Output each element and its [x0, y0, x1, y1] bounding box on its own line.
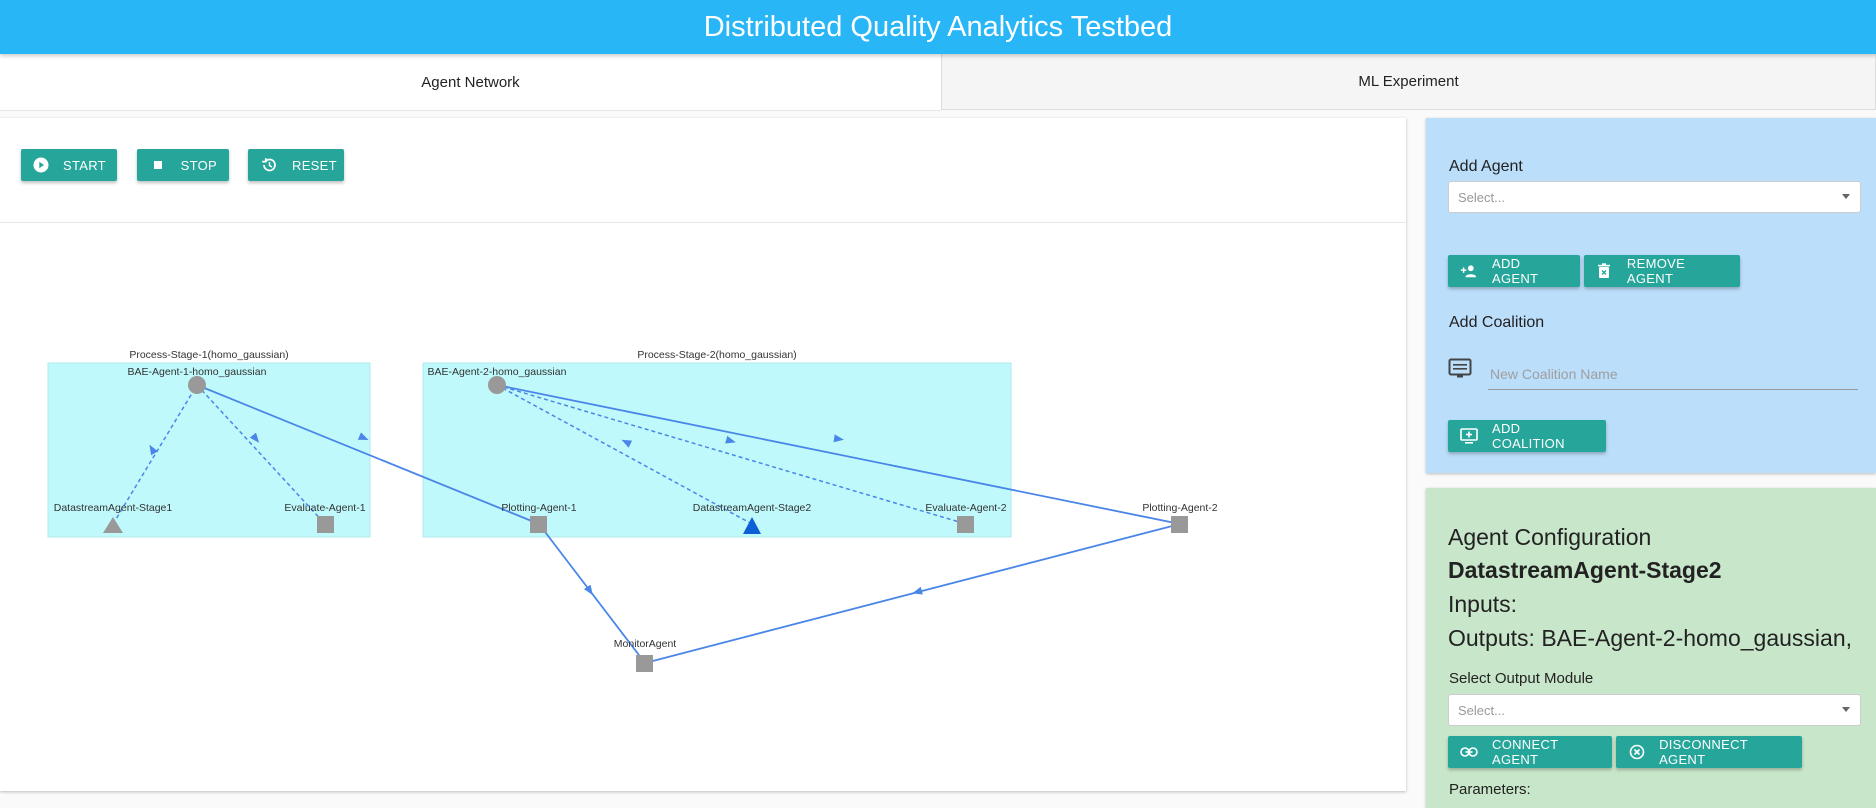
selected-agent-name: DatastreamAgent-Stage2	[1448, 557, 1722, 583]
app-header: Distributed Quality Analytics Testbed	[0, 0, 1876, 54]
tab-label: Agent Network	[421, 73, 520, 91]
stop-icon	[149, 156, 167, 174]
add-coalition-button[interactable]: ADD COALITION	[1448, 420, 1606, 452]
agent-select[interactable]: Select...	[1448, 181, 1861, 213]
tab-label: ML Experiment	[1358, 73, 1459, 90]
add-coalition-label-text: ADD COALITION	[1492, 421, 1565, 451]
app-title: Distributed Quality Analytics Testbed	[703, 10, 1173, 43]
select-output-label: Select Output Module	[1449, 670, 1594, 687]
edge-pl2-monitor[interactable]	[644, 523, 1181, 664]
delete-icon	[1596, 262, 1613, 280]
node-label: BAE-Agent-1-homo_gaussian	[128, 366, 267, 378]
chevron-down-icon	[1842, 707, 1850, 712]
agent-network-graph[interactable]: Process-Stage-1(homo_gaussian) Process-S…	[0, 223, 1406, 790]
play-icon	[33, 156, 49, 174]
cancel-icon	[1628, 743, 1645, 761]
node-evaluate-agent-1[interactable]	[317, 516, 334, 533]
agent-network-panel: START STOP RESET Process-Stage-1(homo_ga…	[0, 118, 1406, 791]
group-label: Process-Stage-1(homo_gaussian)	[129, 349, 288, 361]
add-agent-label: Add Agent	[1449, 158, 1523, 175]
coalition-name-input[interactable]: New Coalition Name	[1488, 358, 1858, 390]
node-label: BAE-Agent-2-homo_gaussian	[428, 366, 567, 378]
start-label: START	[63, 157, 106, 173]
agent-outputs: Outputs: BAE-Agent-2-homo_gaussian,	[1448, 625, 1853, 651]
node-label: Evaluate-Agent-1	[284, 502, 365, 514]
agent-configuration-card: Agent Configuration DatastreamAgent-Stag…	[1426, 488, 1876, 808]
coalition-name-placeholder: New Coalition Name	[1490, 365, 1618, 382]
output-module-select-value: Select...	[1458, 702, 1505, 718]
history-icon	[260, 156, 278, 174]
parameters-label: Parameters:	[1449, 781, 1531, 798]
add-to-queue-icon	[1460, 427, 1478, 445]
add-agent-button[interactable]: ADD AGENT	[1448, 255, 1580, 287]
node-label: DatastreamAgent-Stage2	[693, 502, 812, 514]
node-monitor-agent[interactable]	[636, 655, 653, 672]
connect-agent-button[interactable]: CONNECT AGENT	[1448, 736, 1612, 768]
link-icon	[1460, 743, 1478, 761]
tab-agent-network[interactable]: Agent Network	[0, 54, 941, 111]
disconnect-agent-button[interactable]: DISCONNECT AGENT	[1616, 736, 1802, 768]
start-button[interactable]: START	[21, 149, 117, 181]
control-toolbar: START STOP RESET	[0, 118, 1406, 223]
side-panel: Add Agent Select... ADD AGENT REMOVE AGE…	[1426, 118, 1876, 808]
agent-inputs: Inputs:	[1448, 591, 1518, 617]
node-bae-agent-2[interactable]	[488, 376, 506, 394]
add-agent-card: Add Agent Select... ADD AGENT REMOVE AGE…	[1426, 118, 1876, 473]
subtitles-icon	[1448, 358, 1472, 385]
tab-ml-experiment[interactable]: ML Experiment	[941, 54, 1876, 110]
add-agent-label-text: ADD AGENT	[1492, 256, 1539, 286]
disconnect-agent-label-text: DISCONNECT AGENT	[1659, 737, 1748, 767]
node-plotting-agent-2[interactable]	[1171, 516, 1188, 533]
node-evaluate-agent-2[interactable]	[957, 516, 974, 533]
node-label: Plotting-Agent-2	[1142, 502, 1217, 514]
stop-label: STOP	[180, 157, 217, 173]
remove-agent-label-text: REMOVE AGENT	[1626, 256, 1686, 286]
node-label: MonitorAgent	[614, 638, 677, 650]
node-bae-agent-1[interactable]	[188, 376, 206, 394]
node-label: DatastreamAgent-Stage1	[54, 502, 173, 514]
connect-agent-label-text: CONNECT AGENT	[1492, 737, 1559, 767]
add-coalition-label: Add Coalition	[1449, 314, 1545, 331]
output-module-select[interactable]: Select...	[1448, 694, 1861, 726]
reset-button[interactable]: RESET	[248, 149, 344, 181]
node-label: Evaluate-Agent-2	[925, 502, 1006, 514]
node-label: Plotting-Agent-1	[501, 502, 576, 514]
chevron-down-icon	[1842, 194, 1850, 199]
tab-bar: Agent Network ML Experiment	[0, 54, 1876, 112]
agent-config-title: Agent Configuration	[1448, 524, 1652, 550]
agent-select-value: Select...	[1458, 189, 1505, 205]
node-plotting-agent-1[interactable]	[530, 516, 547, 533]
stop-button[interactable]: STOP	[137, 149, 229, 181]
group-label: Process-Stage-2(homo_gaussian)	[637, 349, 796, 361]
remove-agent-button[interactable]: REMOVE AGENT	[1584, 255, 1740, 287]
person-add-icon	[1460, 262, 1478, 280]
reset-label: RESET	[292, 157, 337, 173]
